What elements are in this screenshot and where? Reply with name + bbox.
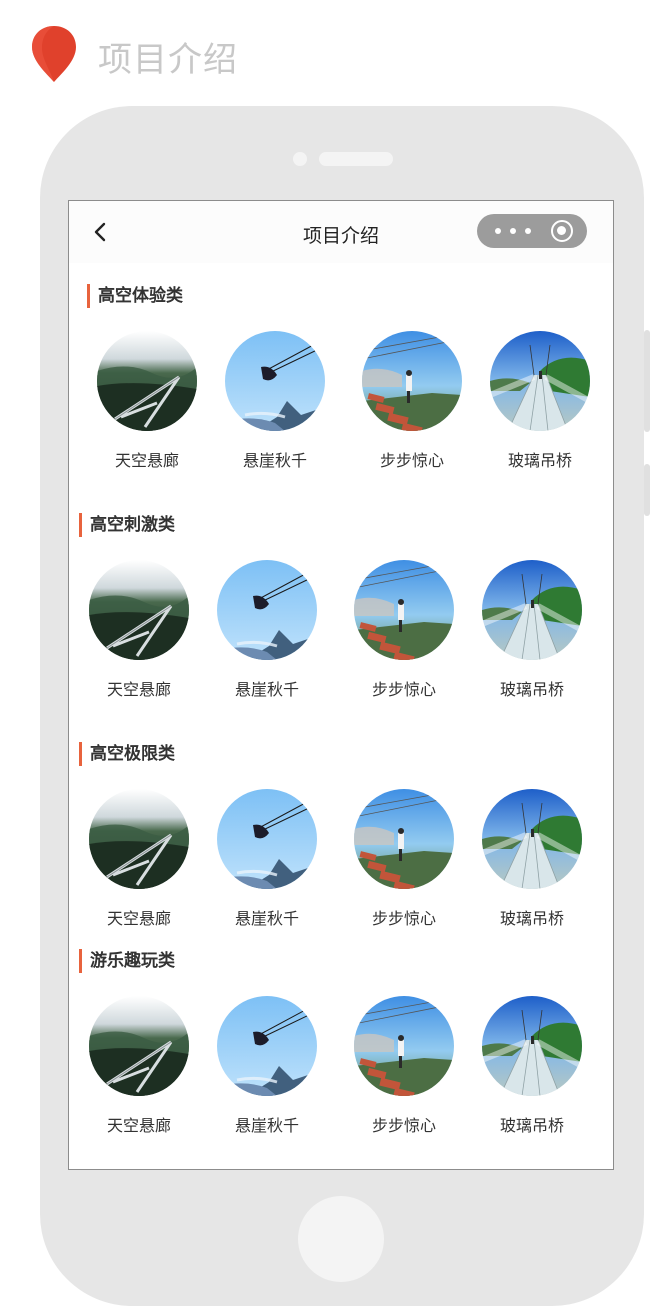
- page-heading: 项目介绍: [28, 22, 328, 86]
- project-item-label: 天空悬廊: [106, 1116, 171, 1135]
- project-item-label: 悬崖秋千: [234, 1116, 299, 1135]
- cliff-swing-photo[interactable]: [217, 789, 317, 889]
- project-item-label: 悬崖秋千: [234, 680, 299, 699]
- glass-bridge-photo[interactable]: [482, 996, 582, 1096]
- project-item-label: 天空悬廊: [106, 909, 171, 928]
- phone-side-button: [644, 464, 650, 516]
- phone-speaker: [319, 152, 393, 166]
- project-item-label: 玻璃吊桥: [499, 909, 564, 928]
- section-title: 高空刺激类: [79, 513, 175, 537]
- project-item-label: 玻璃吊桥: [499, 680, 564, 699]
- project-item-label: 步步惊心: [371, 680, 436, 699]
- project-item-label: 玻璃吊桥: [499, 1116, 564, 1135]
- project-item-label: 玻璃吊桥: [507, 451, 572, 470]
- cliff-swing-photo[interactable]: [225, 331, 325, 431]
- app-screen: 项目介绍 高空体验类 天空悬廊 悬崖秋千 步步惊心 玻璃吊桥 高空刺激类 天空悬…: [68, 200, 614, 1170]
- section-title: 游乐趣玩类: [79, 949, 175, 973]
- nav-bar: 项目介绍: [69, 201, 613, 263]
- close-target-icon[interactable]: [551, 220, 573, 242]
- section-title: 高空极限类: [79, 742, 175, 766]
- phone-side-button: [644, 330, 650, 432]
- more-dots-icon[interactable]: [493, 225, 533, 237]
- sky-corridor-photo[interactable]: [97, 331, 197, 431]
- sky-corridor-photo[interactable]: [89, 789, 189, 889]
- glass-bridge-photo[interactable]: [490, 331, 590, 431]
- project-item-label: 步步惊心: [379, 451, 444, 470]
- step-plank-photo[interactable]: [354, 996, 454, 1096]
- mini-program-capsule: [477, 214, 587, 248]
- cliff-swing-photo[interactable]: [217, 560, 317, 660]
- project-item-label: 天空悬廊: [106, 680, 171, 699]
- project-item-label: 天空悬廊: [114, 451, 179, 470]
- glass-bridge-photo[interactable]: [482, 560, 582, 660]
- phone-camera: [293, 152, 307, 166]
- step-plank-photo[interactable]: [354, 789, 454, 889]
- project-item-label: 悬崖秋千: [242, 451, 307, 470]
- cliff-swing-photo[interactable]: [217, 996, 317, 1096]
- project-item-label: 悬崖秋千: [234, 909, 299, 928]
- project-item-label: 步步惊心: [371, 1116, 436, 1135]
- step-plank-photo[interactable]: [354, 560, 454, 660]
- location-pin-icon: [32, 26, 76, 82]
- sky-corridor-photo[interactable]: [89, 560, 189, 660]
- project-item-label: 步步惊心: [371, 909, 436, 928]
- phone-home-button: [298, 1196, 384, 1282]
- sky-corridor-photo[interactable]: [89, 996, 189, 1096]
- section-title: 高空体验类: [87, 284, 183, 308]
- page-heading-title: 项目介绍: [98, 40, 238, 80]
- glass-bridge-photo[interactable]: [482, 789, 582, 889]
- step-plank-photo[interactable]: [362, 331, 462, 431]
